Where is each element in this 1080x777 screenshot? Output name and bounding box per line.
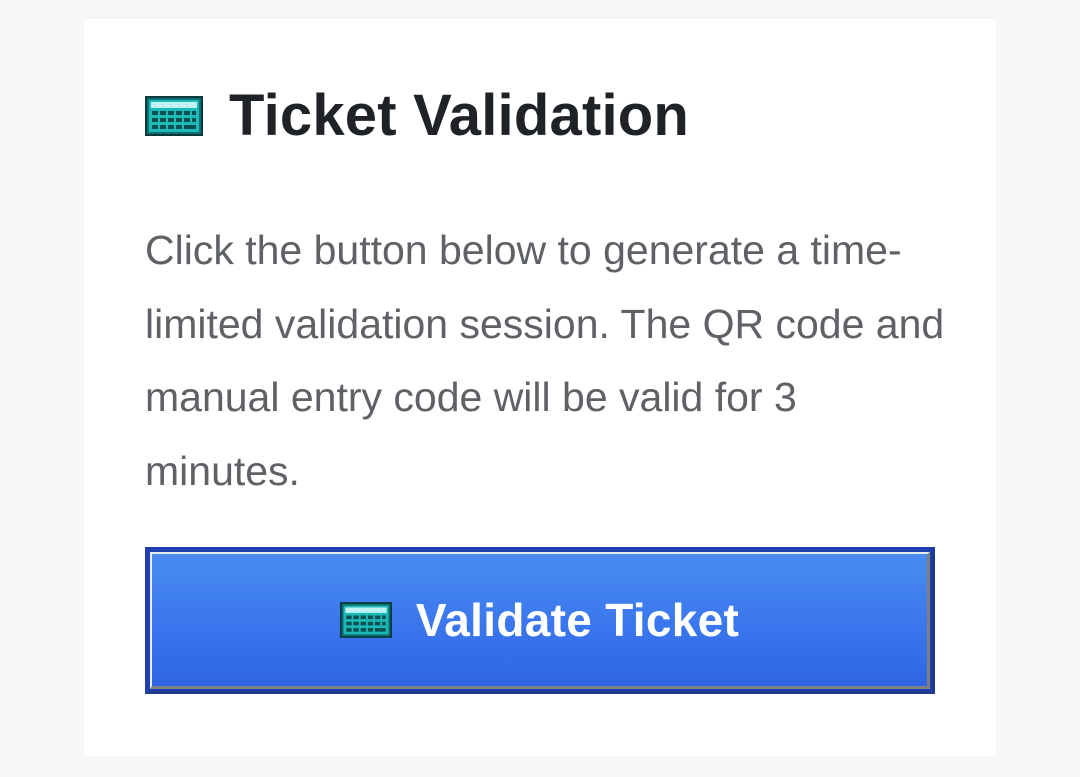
- calculator-icon: [339, 602, 392, 638]
- validation-card: Ticket Validation Click the button below…: [84, 19, 996, 756]
- card-title: Ticket Validation: [229, 83, 690, 148]
- validate-ticket-button-face[interactable]: Validate Ticket: [150, 552, 930, 689]
- card-description: Click the button below to generate a tim…: [145, 227, 945, 494]
- calculator-icon: [145, 96, 203, 136]
- validate-ticket-button[interactable]: Validate Ticket: [145, 547, 935, 694]
- title-row: Ticket Validation: [145, 87, 689, 145]
- validate-ticket-button-label: Validate Ticket: [415, 594, 740, 646]
